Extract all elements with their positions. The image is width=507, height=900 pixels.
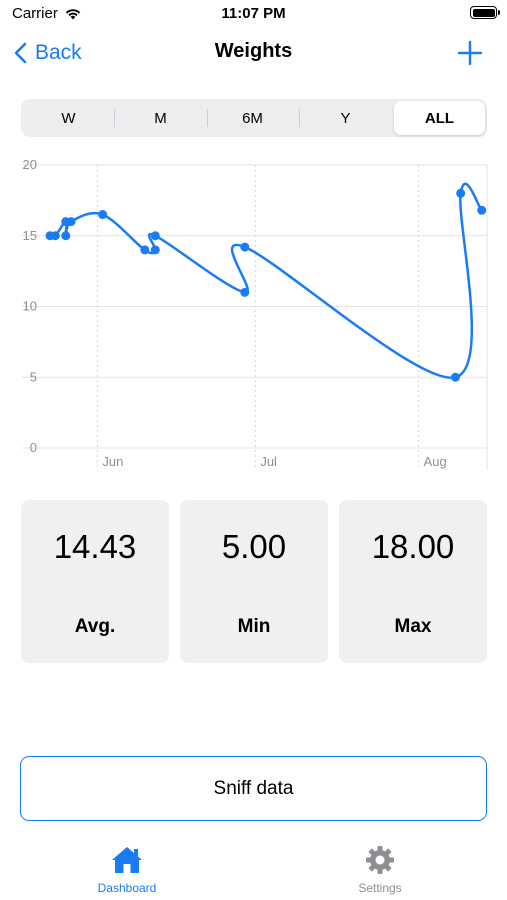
max-label: Max	[394, 616, 432, 637]
data-point	[477, 205, 487, 215]
data-point	[50, 231, 60, 241]
max-card: 18.00 Max	[339, 500, 487, 663]
y-tick-label: 10	[23, 299, 37, 314]
min-card: 5.00 Min	[180, 500, 328, 663]
tab-settings-label: Settings	[358, 881, 402, 895]
data-point	[150, 245, 160, 255]
y-tick-label: 5	[30, 369, 37, 384]
data-point	[66, 217, 76, 227]
tab-dashboard-label: Dashboard	[97, 881, 157, 895]
tab-settings[interactable]: Settings	[320, 845, 440, 895]
page-title: Weights	[214, 40, 293, 62]
data-point	[61, 231, 71, 241]
data-point	[240, 287, 250, 297]
status-time: 11:07 PM	[221, 5, 286, 22]
x-tick-label: Jul	[260, 454, 277, 469]
avg-value: 14.43	[53, 528, 137, 565]
y-tick-label: 0	[30, 440, 37, 455]
data-point	[456, 188, 466, 198]
y-tick-label: 20	[23, 157, 37, 172]
house-icon	[112, 847, 142, 873]
avg-label: Avg.	[74, 616, 116, 637]
weights-line-chart: 0 5 10 15 20 Jun Jul Aug	[22, 157, 488, 470]
data-point	[98, 210, 108, 220]
x-tick-label: Jun	[102, 454, 123, 469]
data-point	[150, 231, 160, 241]
segment-6m[interactable]: 6M	[207, 101, 298, 135]
segment-m[interactable]: M	[115, 101, 206, 135]
x-tick-label: Aug	[424, 454, 447, 469]
add-icon[interactable]	[455, 38, 485, 68]
min-value: 5.00	[221, 528, 287, 565]
y-tick-label: 15	[23, 228, 37, 243]
segment-w[interactable]: W	[23, 101, 114, 135]
data-point	[240, 242, 250, 252]
data-point	[450, 372, 460, 382]
avg-card: 14.43 Avg.	[21, 500, 169, 663]
segment-all[interactable]: ALL	[394, 101, 485, 135]
min-label: Min	[237, 616, 271, 637]
max-value: 18.00	[371, 528, 455, 565]
segment-y[interactable]: Y	[300, 101, 391, 135]
sniff-data-button[interactable]: Sniff data	[20, 756, 487, 821]
tab-dashboard[interactable]: Dashboard	[67, 845, 187, 895]
battery-icon	[470, 6, 500, 19]
data-point	[140, 245, 150, 255]
range-segmented-control: W M 6M Y ALL	[21, 99, 487, 137]
series-line	[48, 182, 483, 379]
gear-icon	[366, 846, 394, 874]
